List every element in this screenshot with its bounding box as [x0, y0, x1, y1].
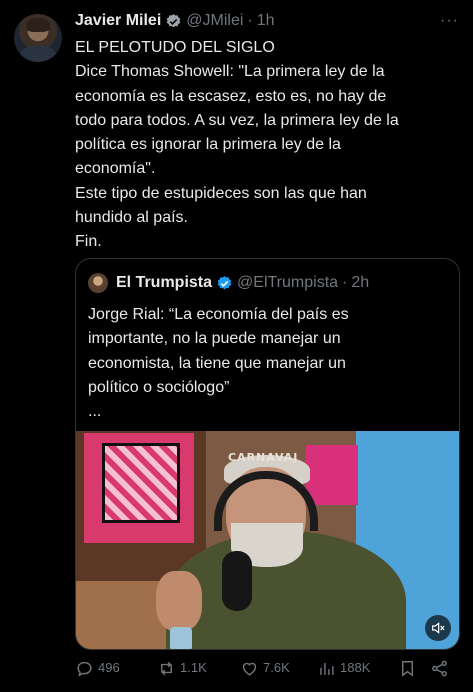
bookmark-icon — [402, 660, 413, 677]
views-button[interactable]: 188K — [317, 656, 370, 680]
tweet-text: EL PELOTUDO DEL SIGLO Dice Thomas Showel… — [75, 36, 465, 255]
poster-image — [84, 433, 194, 543]
tweet-header: Javier Milei @JMilei · 1h — [75, 10, 275, 32]
tweet-text-line: economía". — [75, 160, 156, 178]
separator-dot: · — [342, 274, 348, 291]
tweet-text-line: todo para todos. A su vez, la primera le… — [75, 111, 399, 129]
media-logo-text: CARNAVAJ — [228, 451, 299, 464]
quoted-text-line: importante, no la puede manejar un — [88, 330, 341, 348]
tweet-text-line: economía es la escasez, esto es, no hay … — [75, 87, 387, 105]
author-handle[interactable]: @JMilei — [186, 12, 243, 30]
repost-button[interactable]: 1.1K — [157, 656, 207, 680]
bookmark-button[interactable] — [398, 656, 421, 680]
quoted-text-line: Jorge Rial: “La economía del país es — [88, 306, 349, 323]
quoted-tweet[interactable]: El Trumpista @ElTrumpista · 2h Jorge Ria… — [75, 258, 460, 650]
share-button[interactable] — [430, 656, 453, 680]
quoted-author-name: El Trumpista — [116, 274, 213, 291]
verified-badge-icon — [217, 275, 232, 289]
tweet-text-line: EL PELOTUDO DEL SIGLO — [75, 39, 275, 56]
quoted-author-handle: @ElTrumpista — [237, 274, 339, 291]
tweet-text-line: Este tipo de estupideces son las que han — [75, 184, 367, 202]
quoted-tweet-text: Jorge Rial: “La economía del país es imp… — [88, 303, 448, 424]
like-count: 7.6K — [263, 660, 290, 675]
reply-button[interactable]: 496 — [75, 656, 120, 680]
quoted-tweet-timestamp: 2h — [351, 274, 370, 291]
action-bar: 496 1.1K 7.6K 188K — [75, 656, 459, 680]
more-icon[interactable]: ··· — [440, 12, 459, 30]
repost-count: 1.1K — [180, 660, 207, 675]
quoted-text-line: ... — [88, 403, 102, 421]
views-count: 188K — [340, 660, 371, 675]
tweet-text-line: Fin. — [75, 233, 102, 251]
tweet-timestamp[interactable]: 1h — [257, 12, 275, 30]
quoted-text-line: economista, la tiene que manejar un — [88, 354, 346, 372]
author-name[interactable]: Javier Milei — [75, 12, 161, 30]
quoted-author-avatar — [88, 273, 108, 293]
tweet-text-line: hundido al país. — [75, 209, 188, 227]
quoted-text-line: político o sociólogo” — [88, 378, 230, 396]
like-button[interactable]: 7.6K — [240, 656, 290, 680]
separator-dot: · — [247, 12, 253, 29]
quoted-tweet-header: El Trumpista @ElTrumpista · 2h — [88, 271, 369, 295]
verified-badge-icon — [167, 13, 181, 27]
author-avatar[interactable] — [14, 14, 62, 62]
video-thumbnail[interactable]: CARNAVAJ — [76, 431, 459, 649]
like-icon — [242, 662, 257, 676]
tweet-text-line: Dice Thomas Showell: "La primera ley de … — [75, 63, 385, 81]
mute-button[interactable] — [425, 615, 451, 641]
views-icon — [320, 662, 334, 675]
repost-icon — [161, 661, 172, 675]
reply-count: 496 — [98, 660, 120, 675]
poster-image — [306, 445, 358, 505]
share-icon — [432, 660, 447, 676]
reply-icon — [77, 661, 92, 677]
mute-icon — [432, 622, 445, 634]
tweet-text-line: política es ignorar la primera ley de la — [75, 136, 341, 154]
